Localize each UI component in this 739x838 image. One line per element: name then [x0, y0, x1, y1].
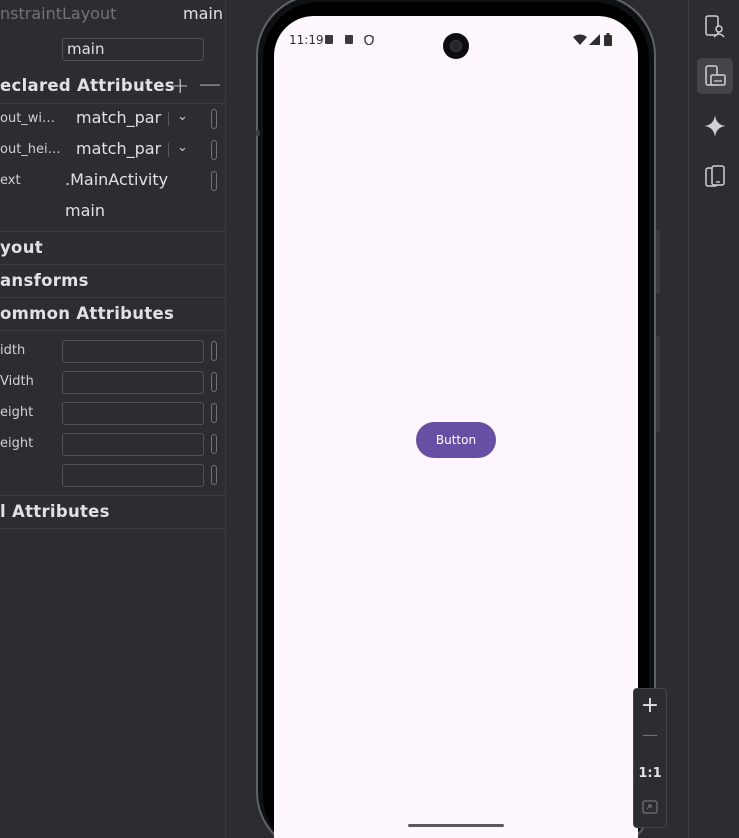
section-title: yout [0, 238, 43, 257]
common-row-min-width: Vidth [0, 368, 225, 399]
id-field[interactable]: main [62, 38, 204, 61]
separator [168, 143, 169, 157]
attribute-name: Vidth [0, 374, 34, 389]
attribute-value[interactable]: .MainActivity [65, 170, 168, 189]
attribute-name: idth [0, 343, 26, 358]
add-attribute-button[interactable]: + [171, 74, 189, 99]
notification-icon [345, 35, 353, 44]
status-time: 11:19 [289, 33, 324, 47]
common-row-extra [0, 461, 225, 492]
component-id-value: main [183, 4, 223, 23]
attribute-value[interactable]: main [65, 201, 105, 220]
resource-picker-button[interactable] [211, 171, 217, 191]
attribute-value[interactable]: match_par [76, 139, 161, 158]
section-title: ansforms [0, 271, 89, 290]
transforms-section-header[interactable]: ansforms [0, 264, 225, 297]
chevron-down-icon[interactable]: ⌄ [177, 140, 188, 155]
attribute-input[interactable] [62, 402, 204, 425]
camera-lens [450, 40, 462, 52]
common-row-min-height: eight [0, 430, 225, 461]
resource-picker-button[interactable] [211, 434, 217, 454]
attribute-row-context: ext .MainActivity [0, 165, 225, 196]
separator [168, 112, 169, 126]
layout-section-header[interactable]: yout [0, 231, 225, 264]
device-mirroring-icon [705, 165, 725, 187]
attributes-panel: nstraintLayout main main eclared Attribu… [0, 0, 226, 838]
layout-editor: nstraintLayout main main eclared Attribu… [0, 0, 739, 838]
chevron-down-icon[interactable]: ⌄ [177, 109, 188, 124]
remove-attribute-button[interactable]: — [199, 72, 221, 97]
zoom-to-fit-icon[interactable] [642, 800, 658, 814]
resource-picker-button[interactable] [211, 465, 217, 485]
attribute-row-id: main [0, 196, 225, 227]
app-button[interactable]: Button [416, 422, 496, 458]
component-row: nstraintLayout main [0, 0, 225, 31]
attribute-row-layout-width: out_wi… match_par ⌄ [0, 103, 225, 134]
resource-picker-button[interactable] [211, 403, 217, 423]
gemini-icon [704, 115, 726, 137]
divider [0, 528, 225, 529]
device-manager-button[interactable] [697, 8, 733, 44]
wifi-icon [573, 34, 587, 45]
device-mirroring-button[interactable] [697, 158, 733, 194]
attribute-name: out_hei… [0, 142, 61, 157]
common-row-width: idth [0, 337, 225, 368]
battery-icon [604, 33, 612, 46]
zoom-controls: + — 1:1 [633, 688, 667, 828]
attribute-name: eight [0, 436, 34, 451]
power-button [656, 336, 660, 432]
volume-button [656, 230, 660, 294]
declared-attributes-header[interactable]: eclared Attributes [0, 70, 225, 103]
section-title: l Attributes [0, 502, 110, 521]
attribute-value[interactable]: match_par [76, 108, 161, 127]
resource-picker-button[interactable] [211, 140, 217, 160]
gemini-button[interactable] [697, 108, 733, 144]
attribute-name: out_wi… [0, 111, 56, 126]
attribute-name: eight [0, 405, 34, 420]
front-camera [443, 33, 469, 59]
attribute-input[interactable] [62, 464, 204, 487]
zoom-out-button[interactable]: — [634, 725, 666, 744]
running-devices-icon [705, 65, 726, 86]
zoom-one-to-one-button[interactable]: 1:1 [634, 766, 666, 781]
zoom-in-button[interactable]: + [634, 693, 666, 718]
attribute-input[interactable] [62, 340, 204, 363]
signal-icon [589, 34, 600, 45]
attribute-input[interactable] [62, 433, 204, 456]
gesture-bar [408, 824, 504, 827]
right-tool-window-bar [688, 0, 739, 838]
resource-picker-button[interactable] [211, 109, 217, 129]
attribute-input[interactable] [62, 371, 204, 394]
attribute-name: ext [0, 173, 21, 188]
frame-notch [256, 130, 260, 136]
shield-icon [364, 35, 374, 45]
divider [0, 330, 225, 331]
resource-picker-button[interactable] [211, 341, 217, 361]
declared-attributes-title: eclared Attributes [0, 76, 175, 95]
all-attributes-section-header[interactable]: l Attributes [0, 495, 225, 528]
common-attributes-section-header[interactable]: ommon Attributes [0, 297, 225, 330]
device-manager-icon [705, 15, 725, 38]
sd-card-icon [325, 35, 333, 44]
component-type-label: nstraintLayout [0, 4, 117, 23]
section-title: ommon Attributes [0, 304, 175, 323]
common-row-height: eight [0, 399, 225, 430]
resource-picker-button[interactable] [211, 372, 217, 392]
attribute-row-layout-height: out_hei… match_par ⌄ [0, 134, 225, 165]
running-devices-button[interactable] [697, 58, 733, 94]
